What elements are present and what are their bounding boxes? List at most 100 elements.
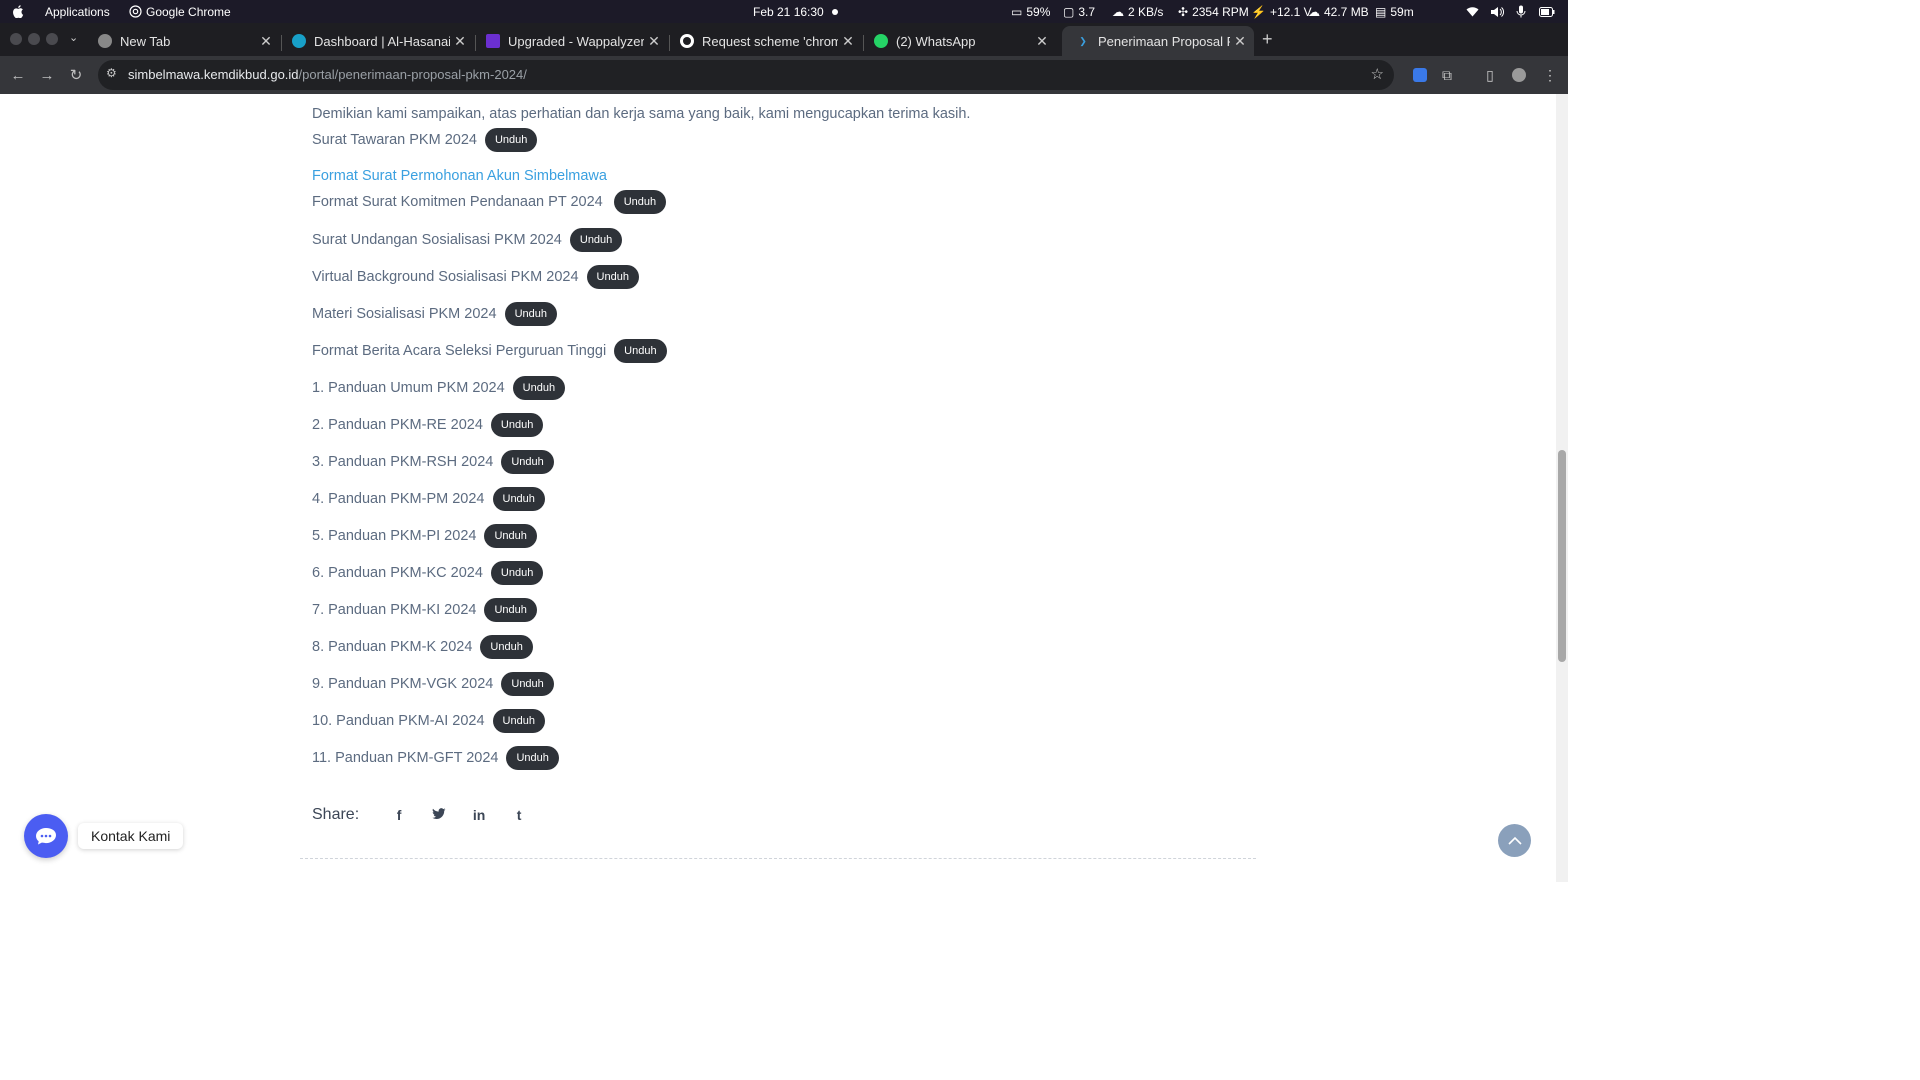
simbelmawa-icon: ❯ bbox=[1079, 35, 1087, 46]
menu-kebab-icon[interactable]: ⋮ bbox=[1540, 65, 1560, 85]
reload-icon[interactable]: ↻ bbox=[66, 65, 86, 85]
tab-github[interactable]: Request scheme 'chrome ✕ bbox=[666, 26, 862, 56]
back-arrow-icon[interactable]: ← bbox=[8, 65, 28, 85]
datetime[interactable]: Feb 21 16:30 bbox=[753, 0, 824, 23]
fan-icon: ✣ bbox=[1178, 4, 1189, 19]
notification-dot bbox=[832, 0, 838, 23]
site-settings-icon[interactable]: ⚙ bbox=[106, 66, 117, 80]
wappalyzer-icon bbox=[486, 34, 500, 48]
doc-row: 5. Panduan PKM-PI 2024 Unduh bbox=[312, 524, 537, 548]
download-button[interactable]: Unduh bbox=[480, 635, 533, 659]
whatsapp-icon bbox=[874, 34, 888, 48]
clipboard-icon: ▤ bbox=[1375, 4, 1387, 19]
battery-status: ▭ 59% bbox=[1011, 4, 1051, 19]
facebook-icon[interactable]: f bbox=[379, 807, 419, 823]
tab-close-icon[interactable]: ✕ bbox=[644, 33, 664, 50]
fan-status: ✣ 2354 RPM bbox=[1178, 4, 1249, 19]
doc-row: 10. Panduan PKM-AI 2024 Unduh bbox=[312, 709, 545, 733]
download-button[interactable]: Unduh bbox=[504, 302, 557, 326]
volume-icon[interactable] bbox=[1490, 0, 1504, 23]
doc-row: Surat Tawaran PKM 2024 Unduh bbox=[312, 128, 538, 152]
download-button[interactable]: Unduh bbox=[484, 524, 537, 548]
os-top-bar: Applications Google Chrome Feb 21 16:30 … bbox=[0, 0, 1568, 23]
cloud-upload-icon: ☁ bbox=[1308, 4, 1320, 19]
battery-icon[interactable] bbox=[1539, 0, 1555, 23]
download-button[interactable]: Unduh bbox=[501, 450, 554, 474]
forward-arrow-icon[interactable]: → bbox=[37, 65, 57, 85]
doc-row: 7. Panduan PKM-KI 2024 Unduh bbox=[312, 598, 537, 622]
window-maximize-button[interactable] bbox=[46, 33, 58, 45]
voltage-status: ⚡ +12.1 V bbox=[1251, 4, 1312, 19]
scrollbar-thumb[interactable] bbox=[1558, 450, 1566, 662]
browser-toolbar: ← → ↻ ⚙ simbelmawa.kemdikbud.go.id/porta… bbox=[0, 56, 1568, 94]
download-button[interactable]: Unduh bbox=[613, 190, 667, 214]
download-button[interactable]: Unduh bbox=[614, 339, 667, 363]
tab-strip: ⌄ New Tab ✕ Dashboard | Al-Hasanain ✕ Up… bbox=[0, 23, 1568, 56]
tab-close-icon[interactable]: ✕ bbox=[838, 33, 858, 50]
download-button[interactable]: Unduh bbox=[512, 376, 566, 400]
tab-close-icon[interactable]: ✕ bbox=[1032, 33, 1052, 50]
tumblr-icon[interactable]: t bbox=[499, 807, 539, 823]
window-minimize-button[interactable] bbox=[28, 33, 40, 45]
download-button[interactable]: Unduh bbox=[492, 487, 545, 511]
cloud-icon: ☁ bbox=[1112, 4, 1124, 19]
tab-penerimaan-proposal[interactable]: ❯ Penerimaan Proposal PKM ✕ bbox=[1062, 26, 1254, 56]
memory-status: ☁ 42.7 MB bbox=[1308, 4, 1369, 19]
doc-row: Virtual Background Sosialisasi PKM 2024 … bbox=[312, 265, 639, 289]
tab-new-tab[interactable]: New Tab ✕ bbox=[84, 26, 280, 56]
microphone-icon[interactable] bbox=[1516, 0, 1526, 23]
contact-widget[interactable]: Kontak Kami bbox=[24, 814, 184, 858]
account-request-link[interactable]: Format Surat Permohonan Akun Simbelmawa bbox=[312, 168, 607, 184]
tab-dashboard[interactable]: Dashboard | Al-Hasanain ✕ bbox=[278, 26, 474, 56]
side-panel-icon[interactable]: ▯ bbox=[1480, 65, 1500, 85]
apple-icon[interactable] bbox=[12, 0, 24, 23]
tab-search-chevron-icon[interactable]: ⌄ bbox=[69, 31, 78, 44]
doc-row: 3. Panduan PKM-RSH 2024 Unduh bbox=[312, 450, 554, 474]
doc-row: 8. Panduan PKM-K 2024 Unduh bbox=[312, 635, 533, 659]
scroll-to-top-button[interactable] bbox=[1498, 824, 1531, 857]
doc-row: 6. Panduan PKM-KC 2024 Unduh bbox=[312, 561, 544, 585]
active-app[interactable]: Google Chrome bbox=[129, 0, 231, 23]
new-tab-plus-icon[interactable]: + bbox=[1262, 29, 1273, 50]
download-button[interactable]: Unduh bbox=[569, 228, 623, 252]
doc-row: 4. Panduan PKM-PM 2024 Unduh bbox=[312, 487, 545, 511]
profile-avatar-icon[interactable] bbox=[1509, 65, 1529, 85]
download-button[interactable]: Unduh bbox=[484, 128, 538, 152]
doc-row: 9. Panduan PKM-VGK 2024 Unduh bbox=[312, 672, 554, 696]
download-button[interactable]: Unduh bbox=[490, 413, 544, 437]
doc-row: Materi Sosialisasi PKM 2024 Unduh bbox=[312, 302, 557, 326]
tab-whatsapp[interactable]: (2) WhatsApp ✕ bbox=[860, 26, 1056, 56]
tab-close-icon[interactable]: ✕ bbox=[1230, 33, 1250, 50]
share-label: Share: bbox=[312, 806, 360, 823]
doc-row: Format Berita Acara Seleksi Perguruan Ti… bbox=[312, 339, 667, 363]
applications-menu[interactable]: Applications bbox=[45, 0, 110, 23]
contact-label[interactable]: Kontak Kami bbox=[78, 823, 184, 849]
share-bar: Share: f in t bbox=[312, 806, 539, 824]
chat-bubble-icon[interactable] bbox=[24, 814, 68, 858]
linkedin-icon[interactable]: in bbox=[459, 807, 499, 823]
tab-close-icon[interactable]: ✕ bbox=[256, 33, 276, 50]
doc-row: Surat Undangan Sosialisasi PKM 2024 Undu… bbox=[312, 228, 623, 252]
wifi-icon[interactable] bbox=[1466, 0, 1479, 23]
download-button[interactable]: Unduh bbox=[492, 709, 545, 733]
battery-icon: ▭ bbox=[1011, 4, 1023, 19]
twitter-icon[interactable] bbox=[419, 807, 459, 823]
translate-extension-icon[interactable] bbox=[1410, 65, 1430, 85]
content-divider bbox=[300, 858, 1256, 859]
window-close-button[interactable] bbox=[10, 33, 22, 45]
page-scrollbar[interactable] bbox=[1556, 94, 1568, 882]
tab-wappalyzer[interactable]: Upgraded - Wappalyzer ✕ bbox=[472, 26, 668, 56]
doc-row: Format Surat Komitmen Pendanaan PT 2024 … bbox=[312, 190, 667, 214]
download-button[interactable]: Unduh bbox=[506, 746, 559, 770]
extensions-puzzle-icon[interactable]: ⧉ bbox=[1437, 65, 1457, 85]
chevron-up-icon bbox=[1507, 836, 1522, 845]
monitor-icon: ▢ bbox=[1063, 4, 1075, 19]
download-button[interactable]: Unduh bbox=[586, 265, 639, 289]
download-button[interactable]: Unduh bbox=[484, 598, 537, 622]
tab-close-icon[interactable]: ✕ bbox=[450, 33, 470, 50]
address-bar[interactable]: ⚙ simbelmawa.kemdikbud.go.id/portal/pene… bbox=[98, 60, 1394, 90]
bookmark-star-icon[interactable]: ☆ bbox=[1371, 65, 1384, 83]
intro-paragraph: Demikian kami sampaikan, atas perhatian … bbox=[312, 106, 971, 122]
download-button[interactable]: Unduh bbox=[490, 561, 544, 585]
download-button[interactable]: Unduh bbox=[501, 672, 554, 696]
